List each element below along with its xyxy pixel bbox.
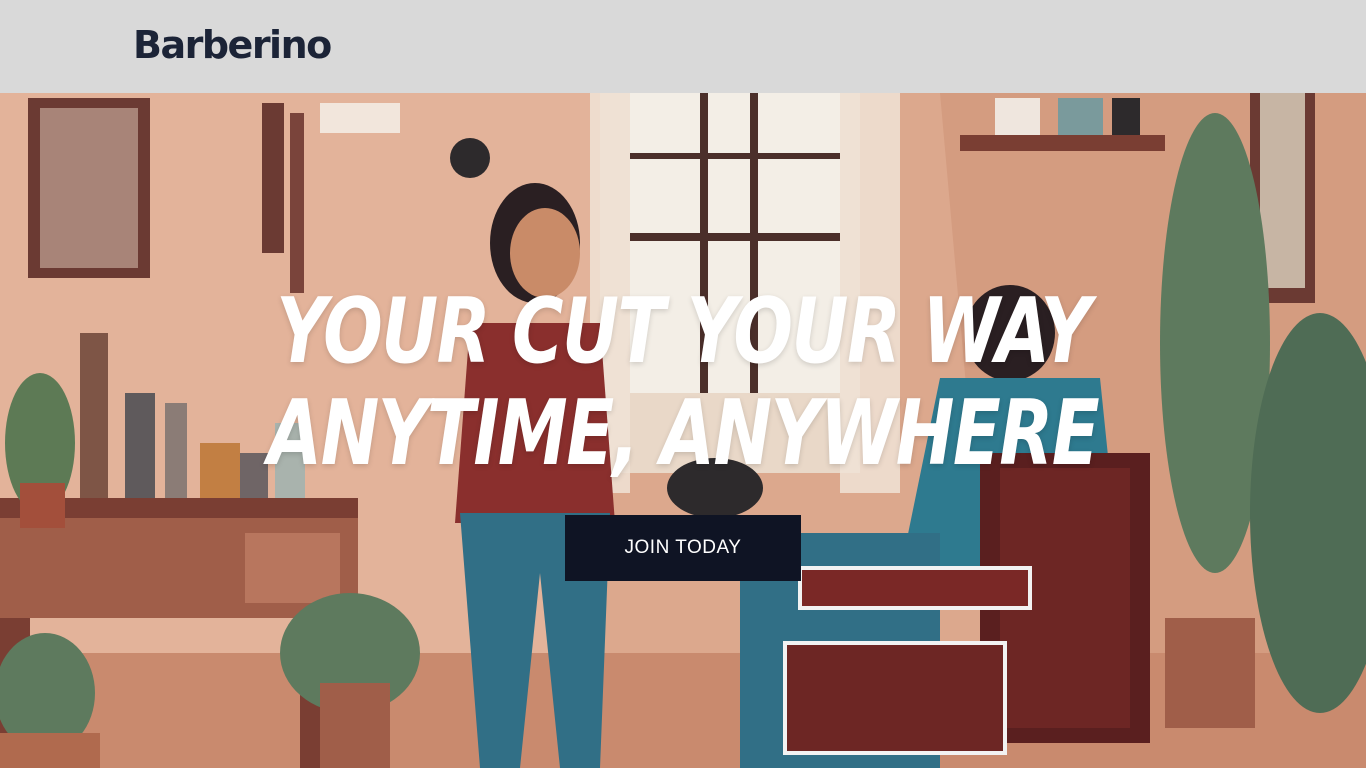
site-header: Barberino (0, 0, 1366, 93)
brand-logo[interactable]: Barberino (133, 20, 332, 70)
hero-section: YOUR CUT YOUR WAY ANYTIME, ANYWHERE JOIN… (0, 93, 1366, 768)
hero-headline-line1: YOUR CUT YOUR WAY (276, 279, 1091, 384)
join-today-button[interactable]: JOIN TODAY (565, 515, 801, 581)
hero-headline: YOUR CUT YOUR WAY ANYTIME, ANYWHERE (150, 281, 1215, 485)
hero-headline-line2: ANYTIME, ANYWHERE (267, 381, 1100, 486)
